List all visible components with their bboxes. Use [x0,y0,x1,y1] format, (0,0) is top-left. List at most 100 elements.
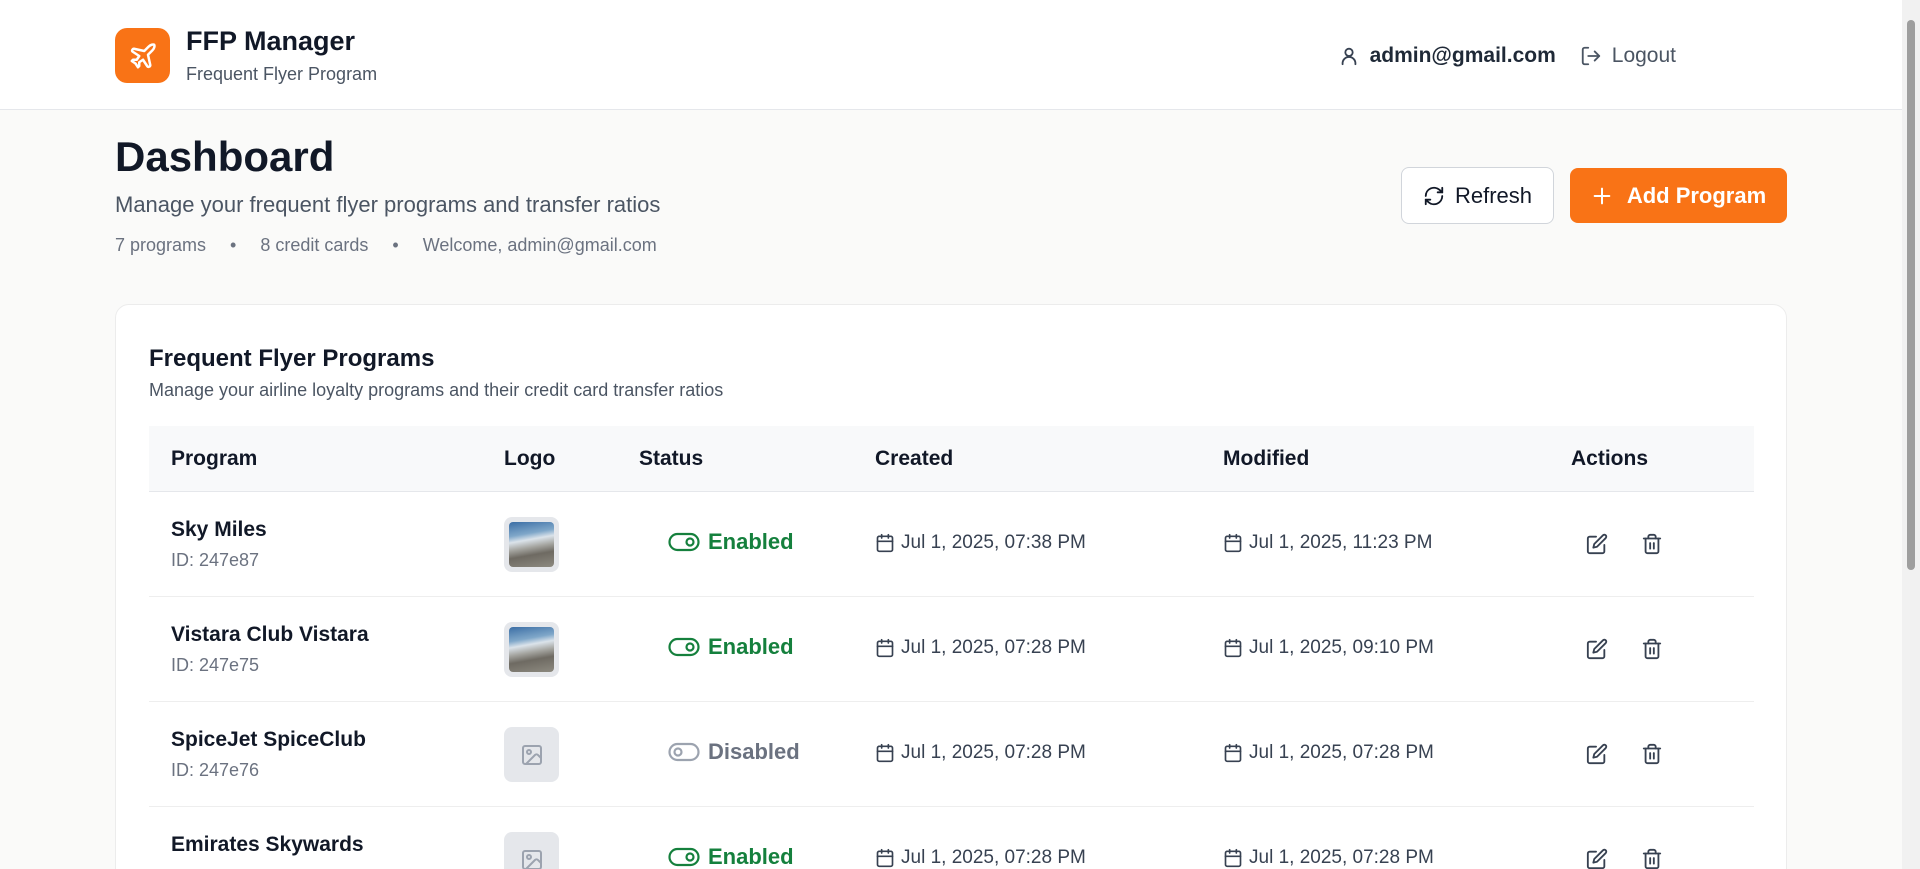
column-logo: Logo [504,447,556,470]
trash-icon [1642,638,1662,660]
program-logo [504,832,559,869]
status-toggle[interactable]: Enabled [668,844,794,869]
plus-icon [1593,187,1611,204]
card-subtitle: Manage your airline loyalty programs and… [149,380,724,400]
created-value: Jul 1, 2025, 07:28 PM [901,847,1086,868]
created-date: Jul 1, 2025, 07:28 PM [875,847,1086,869]
refresh-button[interactable]: Refresh [1401,167,1554,224]
toggle-icon [668,742,700,762]
program-name: Sky Miles [171,518,267,541]
programs-card: Frequent Flyer Programs Manage your airl… [115,304,1787,869]
logout-button[interactable]: Logout [1580,44,1676,68]
trash-icon [1642,533,1662,555]
page-title: Dashboard [115,133,335,180]
table-header: Program Logo Status Created Modified Act… [149,426,1754,492]
delete-button[interactable] [1635,842,1669,869]
table-row: SpiceJet SpiceClub ID: 247e76 Disabled Jul … [149,702,1754,807]
delete-button[interactable] [1635,737,1669,771]
plane-icon [130,42,156,68]
meta-separator: • [230,235,237,255]
status-label: Disabled [708,739,800,764]
edit-button[interactable] [1580,737,1614,771]
image-placeholder-icon [521,849,542,869]
modified-date: Jul 1, 2025, 09:10 PM [1223,637,1434,659]
calendar-icon [1224,533,1242,553]
page-subtitle: Manage your frequent flyer programs and … [115,192,661,217]
column-modified: Modified [1223,447,1310,470]
edit-icon [1586,638,1608,660]
edit-button[interactable] [1580,632,1614,666]
edit-icon [1586,533,1608,555]
status-toggle[interactable]: Enabled [668,529,794,555]
column-actions: Actions [1571,447,1649,470]
program-logo-image [509,627,554,672]
edit-button[interactable] [1580,842,1614,869]
trash-icon [1642,743,1662,765]
toggle-icon [668,532,700,552]
top-navbar: FFP Manager Frequent Flyer Program admin… [0,0,1902,110]
image-placeholder-icon [521,744,542,765]
refresh-icon [1424,186,1444,205]
modified-value: Jul 1, 2025, 07:28 PM [1249,847,1434,868]
created-date: Jul 1, 2025, 07:28 PM [875,637,1086,659]
meta-separator: • [392,235,399,255]
edit-button[interactable] [1580,527,1614,561]
page-meta: 7 programs • 8 credit cards • Welcome, a… [115,235,657,256]
modified-value: Jul 1, 2025, 09:10 PM [1249,637,1434,658]
page-scrollbar[interactable] [1902,0,1920,869]
program-logo-image [509,522,554,567]
delete-button[interactable] [1635,632,1669,666]
add-program-button[interactable]: Add Program [1570,168,1787,223]
table-row: Emirates Skywards Enabled Jul 1, 2025, 07:… [149,807,1754,869]
status-toggle[interactable]: Enabled [668,634,794,660]
program-id: ID: 247e76 [171,760,260,780]
program-logo [504,517,559,572]
program-logo [504,622,559,677]
programs-count: 7 programs [115,235,207,255]
program-id: ID: 247e87 [171,550,260,570]
table-row: Sky Miles ID: 247e87 Enabled Jul 1, 2025, 0… [149,492,1754,597]
status-label: Enabled [708,529,794,554]
cards-count: 8 credit cards [260,235,369,255]
calendar-icon [1224,848,1242,868]
program-name: SpiceJet SpiceClub [171,728,366,751]
card-title: Frequent Flyer Programs [149,345,435,372]
edit-icon [1586,848,1608,869]
table-row: Vistara Club Vistara ID: 247e75 Enabled Jul… [149,597,1754,702]
calendar-icon [876,533,894,553]
toggle-icon [668,637,700,657]
delete-button[interactable] [1635,527,1669,561]
calendar-icon [1224,638,1242,658]
modified-date: Jul 1, 2025, 07:28 PM [1223,847,1434,869]
modified-value: Jul 1, 2025, 07:28 PM [1249,742,1434,763]
program-name: Vistara Club Vistara [171,623,369,646]
created-value: Jul 1, 2025, 07:38 PM [901,532,1086,553]
created-date: Jul 1, 2025, 07:38 PM [875,532,1086,554]
welcome-text: Welcome, admin@gmail.com [422,235,657,255]
toggle-icon [668,847,700,867]
calendar-icon [876,848,894,868]
modified-date: Jul 1, 2025, 11:23 PM [1223,532,1432,554]
calendar-icon [1224,743,1242,763]
user-email: admin@gmail.com [1369,44,1556,67]
refresh-label: Refresh [1454,182,1533,208]
column-program: Program [171,447,258,470]
program-id: ID: 247e75 [171,655,260,675]
trash-icon [1642,848,1662,869]
logout-label: Logout [1611,44,1676,67]
brand-title: FFP Manager [186,26,356,56]
column-created: Created [875,447,954,470]
brand-logo[interactable] [115,28,170,83]
status-label: Enabled [708,844,794,869]
user-icon [1341,47,1356,66]
status-toggle[interactable]: Disabled [668,739,800,765]
scrollbar-thumb[interactable] [1907,20,1915,570]
edit-icon [1586,743,1608,765]
column-status: Status [639,447,704,470]
status-label: Enabled [708,634,794,659]
program-logo [504,727,559,782]
add-program-label: Add Program [1626,182,1767,208]
modified-date: Jul 1, 2025, 07:28 PM [1223,742,1434,764]
created-value: Jul 1, 2025, 07:28 PM [901,742,1086,763]
logout-icon [1581,46,1600,66]
